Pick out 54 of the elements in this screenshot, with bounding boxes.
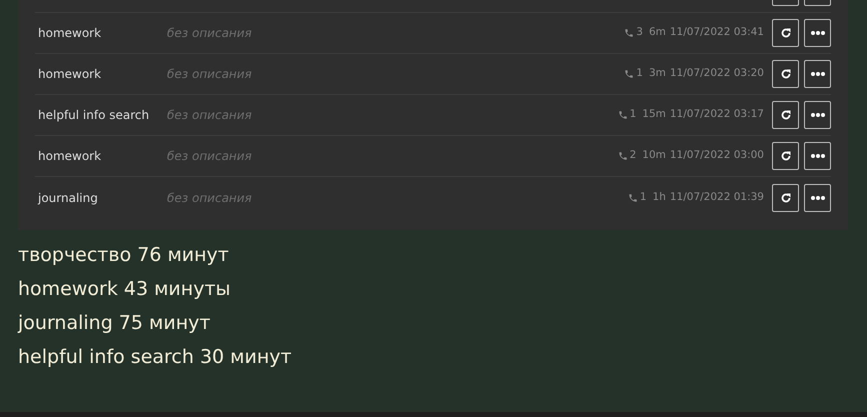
restart-button[interactable]	[772, 142, 799, 170]
more-button[interactable]	[804, 142, 831, 170]
phone-icon	[618, 151, 628, 161]
total-line: homework 43 минуты	[18, 277, 232, 302]
session-duration: 3m	[648, 66, 666, 82]
phone-icon	[624, 28, 634, 38]
refresh-icon	[780, 192, 792, 204]
session-date: 11/07/2022 03:17	[670, 107, 764, 122]
session-date: 11/07/2022 03:41	[670, 25, 764, 40]
session-description: без описания	[167, 66, 252, 83]
restart-button[interactable]	[772, 19, 799, 47]
refresh-icon	[780, 68, 792, 80]
total-line: journaling 75 минут	[18, 311, 212, 336]
phone-icon	[628, 192, 638, 202]
phone-icon	[624, 69, 634, 79]
session-name: journaling	[38, 190, 99, 206]
call-count: 2	[630, 148, 636, 164]
session-description: без описания	[167, 107, 252, 124]
more-icon	[810, 196, 824, 200]
total-line: творчество 76 минут	[18, 243, 230, 268]
more-button[interactable]	[804, 60, 831, 88]
session-duration: 6m	[648, 25, 666, 40]
session-description: без описания	[167, 25, 252, 42]
session-name: helpful info search	[38, 107, 150, 124]
more-icon	[810, 154, 824, 158]
session-name: homework	[38, 148, 102, 165]
session-description: без описания	[167, 190, 252, 206]
phone-icon	[618, 110, 628, 120]
session-description: без описания	[167, 148, 252, 165]
call-count: 1	[640, 190, 647, 205]
restart-button[interactable]	[772, 60, 799, 88]
refresh-icon	[780, 109, 792, 121]
more-icon	[810, 72, 824, 76]
restart-button[interactable]	[772, 101, 799, 129]
session-date: 11/07/2022 01:39	[670, 190, 764, 205]
more-button[interactable]	[804, 184, 831, 212]
more-icon	[810, 113, 824, 117]
session-date: 11/07/2022 03:00	[670, 148, 764, 164]
session-name: homework	[38, 66, 102, 83]
session-duration: 15m	[642, 107, 666, 122]
session-duration: 10m	[642, 148, 666, 164]
session-name: homework	[38, 25, 102, 42]
call-count: 1	[636, 66, 643, 82]
refresh-icon	[780, 150, 792, 162]
refresh-icon	[780, 27, 792, 39]
more-icon	[810, 31, 824, 35]
more-button[interactable]	[804, 19, 831, 47]
total-line: helpful info search 30 минут	[18, 345, 293, 370]
call-count: 3	[636, 25, 643, 40]
restart-button[interactable]	[772, 184, 799, 212]
call-count: 1	[630, 107, 636, 122]
session-duration: 1h	[652, 190, 666, 205]
more-button[interactable]	[804, 101, 831, 129]
session-date: 11/07/2022 03:20	[670, 66, 764, 82]
